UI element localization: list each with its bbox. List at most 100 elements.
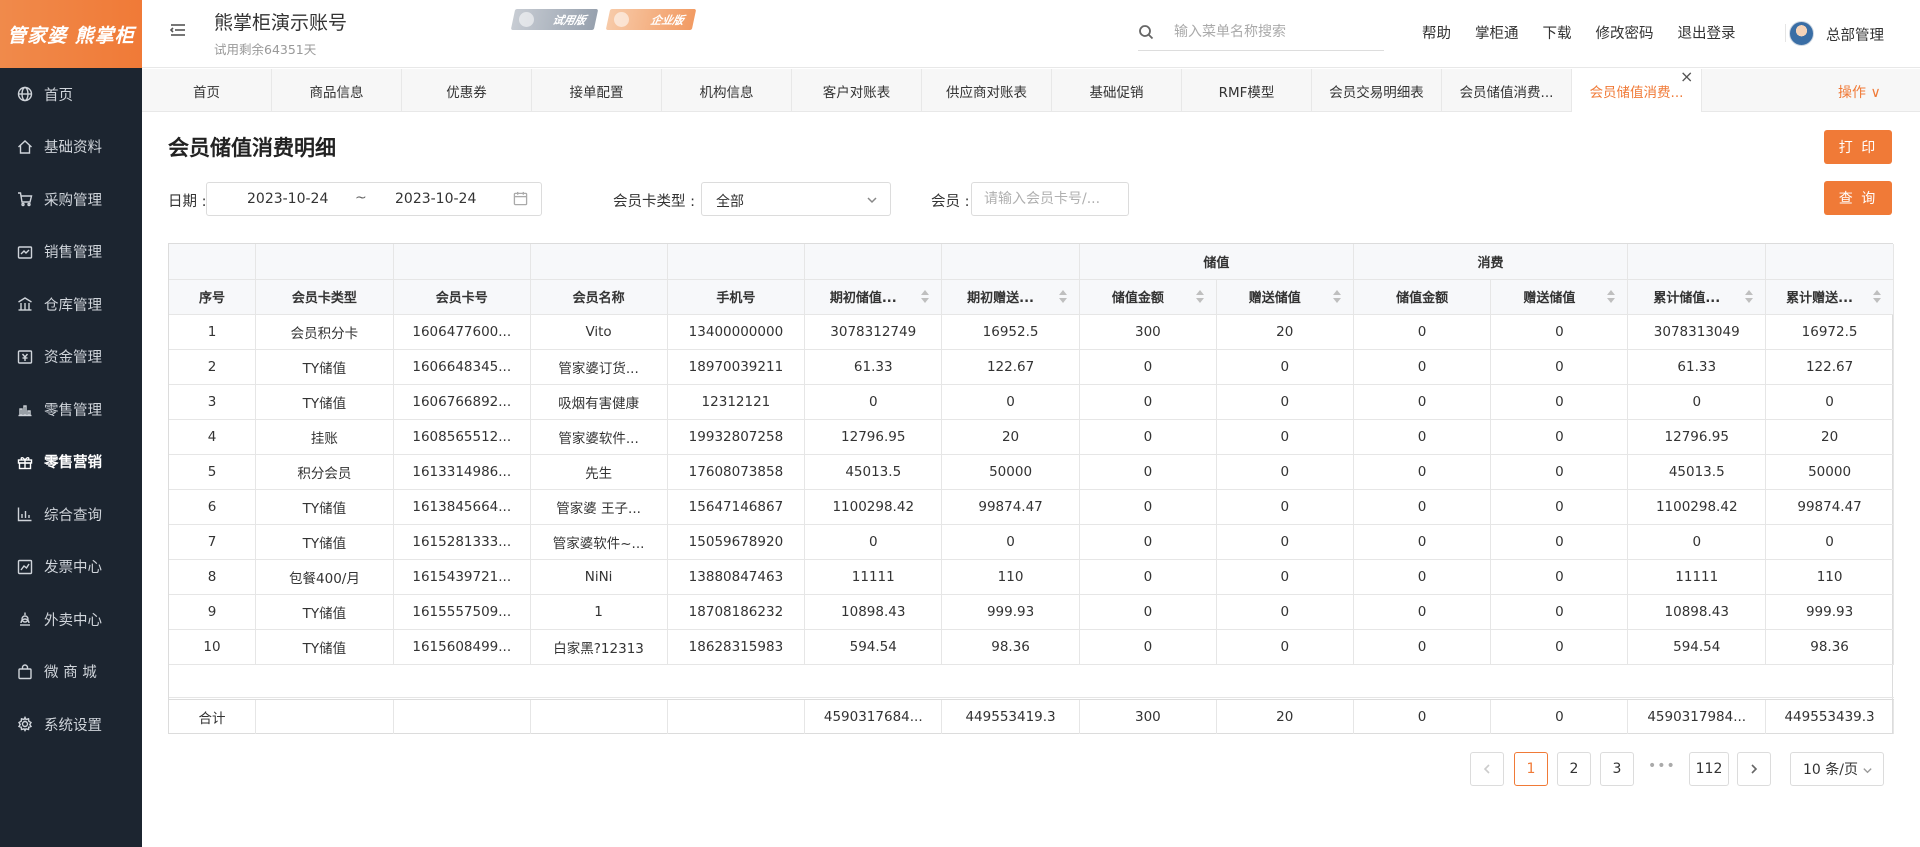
last-page-button[interactable]: 112 xyxy=(1689,752,1729,786)
column-header-label: 赠送储值 xyxy=(1523,291,1576,306)
sidebar-item[interactable]: 综合查询 xyxy=(0,488,142,541)
header-link[interactable]: 帮助 xyxy=(1422,22,1451,43)
sidebar-item[interactable]: 微 商 城 xyxy=(0,646,142,699)
table-cell: 先生 xyxy=(530,454,668,490)
table-cell: 0 xyxy=(1353,454,1492,490)
sort-icon[interactable] xyxy=(921,289,930,304)
print-button[interactable]: 打 印 xyxy=(1824,130,1892,164)
date-range-picker[interactable]: 2023-10-24 ~ 2023-10-24 xyxy=(206,182,542,216)
date-to[interactable]: 2023-10-24 xyxy=(395,191,476,207)
calendar-icon[interactable] xyxy=(513,191,529,207)
member-input[interactable] xyxy=(971,182,1129,216)
column-header[interactable]: 期初储值... xyxy=(804,279,943,315)
table-cell: 15647146867 xyxy=(667,489,806,525)
table-cell: 吸烟有害健康 xyxy=(530,384,668,420)
sort-icon[interactable] xyxy=(1332,289,1341,304)
column-header[interactable]: 储值金额 xyxy=(1079,279,1217,315)
sidebar-item[interactable]: 外卖中心 xyxy=(0,593,142,646)
total-cell: 4590317684... xyxy=(804,700,943,734)
tab[interactable]: 首页 xyxy=(142,69,272,112)
date-from[interactable]: 2023-10-24 xyxy=(247,191,328,207)
table-cell: 0 xyxy=(1490,454,1629,490)
brand-logo[interactable]: 管家婆 熊掌柜 xyxy=(0,0,142,68)
tab[interactable]: 商品信息 xyxy=(272,69,402,112)
table-cell: 0 xyxy=(1079,454,1217,490)
tab[interactable]: 会员交易明细表 xyxy=(1312,69,1442,112)
table-cell: 0 xyxy=(1216,559,1354,595)
column-header-row: 序号 会员卡类型 会员卡号 会员名称 手机号 期初储值... 期初赠送... 储值金额 赠送储值… xyxy=(169,279,1894,315)
table-cell: 3078313049 xyxy=(1627,314,1767,350)
bar-chart-icon xyxy=(16,506,33,523)
close-tab-icon[interactable]: × xyxy=(1680,69,1694,85)
table-row[interactable]: 6 TY储值 1613845664... 管家婆 王子... 15647146867 11… xyxy=(169,489,1894,525)
column-header[interactable]: 赠送储值 xyxy=(1490,279,1629,315)
tab[interactable]: 机构信息 xyxy=(662,69,792,112)
sidebar-item[interactable]: 零售营销 xyxy=(0,436,142,489)
sort-icon[interactable] xyxy=(1058,289,1067,304)
column-header[interactable]: 期初赠送... xyxy=(941,279,1080,315)
table-row[interactable]: 4 挂账 1608565512... 管家婆软件... 19932807258 12796… xyxy=(169,419,1894,455)
column-header[interactable]: 累计赠送... xyxy=(1765,279,1894,315)
column-header[interactable]: 累计储值... xyxy=(1627,279,1767,315)
tab[interactable]: 优惠券 xyxy=(402,69,532,112)
table-cell: 11111 xyxy=(1627,559,1767,595)
tab[interactable]: 接单配置 xyxy=(532,69,662,112)
table-cell: 0 xyxy=(1490,489,1629,525)
tab[interactable]: 会员储值消费... xyxy=(1442,69,1572,112)
sidebar: 管家婆 熊掌柜 首页 基础资料 采购管理 销售管理仓库管理资金管理 零售管理 零售营销 综合… xyxy=(0,0,142,847)
header-link[interactable]: 修改密码 xyxy=(1596,22,1654,43)
user-name[interactable]: 总部管理 xyxy=(1826,24,1884,45)
page-button[interactable]: 3 xyxy=(1600,752,1634,786)
table-cell: 61.33 xyxy=(804,349,943,385)
tab[interactable]: 基础促销 xyxy=(1052,69,1182,112)
table-row[interactable]: 5 积分会员 1613314986... 先生 17608073858 45013.5 50… xyxy=(169,454,1894,490)
table-row[interactable]: 7 TY储值 1615281333... 管家婆软件~... 15059678920 0 0… xyxy=(169,524,1894,560)
card-type-select[interactable]: 全部 xyxy=(701,182,891,216)
tab[interactable]: 供应商对账表 xyxy=(922,69,1052,112)
table-cell: 挂账 xyxy=(255,419,394,455)
table-cell: 0 xyxy=(1216,349,1354,385)
sidebar-item[interactable]: 系统设置 xyxy=(0,698,142,751)
header-link[interactable]: 掌柜通 xyxy=(1475,22,1519,43)
table-row[interactable]: 1 会员积分卡 1606477600... Vito 13400000000 307831… xyxy=(169,314,1894,350)
table-cell: 0 xyxy=(1490,419,1629,455)
sidebar-item[interactable]: 采购管理 xyxy=(0,173,142,226)
sort-icon[interactable] xyxy=(1873,289,1881,304)
sort-icon[interactable] xyxy=(1195,289,1204,304)
table-row[interactable]: 10 TY储值 1615608499... 白家黑?12313 18628315983 5… xyxy=(169,629,1894,665)
page-size-select[interactable]: 10 条/页 xyxy=(1790,752,1884,786)
more-pages-icon[interactable]: ••• xyxy=(1648,758,1676,774)
sidebar-item[interactable]: 基础资料 xyxy=(0,121,142,174)
column-header-label: 期初赠送... xyxy=(967,291,1034,306)
next-page-button[interactable] xyxy=(1737,752,1771,786)
menu-toggle-icon[interactable] xyxy=(168,20,188,40)
table-row[interactable]: 8 包餐400/月 1615439721... NiNi 13880847463 1111… xyxy=(169,559,1894,595)
sidebar-item[interactable]: 仓库管理 xyxy=(0,278,142,331)
prev-page-button[interactable] xyxy=(1470,752,1504,786)
header-link[interactable]: 下载 xyxy=(1543,22,1572,43)
sidebar-item[interactable]: 首页 xyxy=(0,68,142,121)
sort-icon[interactable] xyxy=(1745,289,1754,304)
table-cell: 11111 xyxy=(804,559,943,595)
sort-icon[interactable] xyxy=(1607,289,1616,304)
query-button[interactable]: 查 询 xyxy=(1824,181,1892,215)
column-header[interactable]: 赠送储值 xyxy=(1216,279,1354,315)
operations-dropdown[interactable]: 操作 ∨ xyxy=(1838,82,1881,102)
tab[interactable]: RMF模型 xyxy=(1182,69,1312,112)
sidebar-item[interactable]: 发票中心 xyxy=(0,541,142,594)
page-button[interactable]: 2 xyxy=(1557,752,1591,786)
avatar[interactable] xyxy=(1789,21,1814,46)
table-row[interactable]: 9 TY储值 1615557509... 1 18708186232 10898.43 99… xyxy=(169,594,1894,630)
search-icon[interactable] xyxy=(1138,24,1154,40)
header-link[interactable]: 退出登录 xyxy=(1678,22,1736,43)
page-button[interactable]: 1 xyxy=(1514,752,1548,786)
table-row[interactable]: 3 TY储值 1606766892... 吸烟有害健康 12312121 0 0 0 0 0 0 0 0 xyxy=(169,384,1894,420)
sidebar-item[interactable]: 资金管理 xyxy=(0,331,142,384)
menu-search-input[interactable] xyxy=(1174,20,1374,44)
tab[interactable]: 客户对账表 xyxy=(792,69,922,112)
sidebar-item[interactable]: 零售管理 xyxy=(0,383,142,436)
sidebar-item[interactable]: 销售管理 xyxy=(0,226,142,279)
sidebar-item-label: 仓库管理 xyxy=(44,297,102,314)
table-row[interactable]: 2 TY储值 1606648345... 管家婆订货... 18970039211 61.… xyxy=(169,349,1894,385)
bag-icon xyxy=(16,663,33,680)
